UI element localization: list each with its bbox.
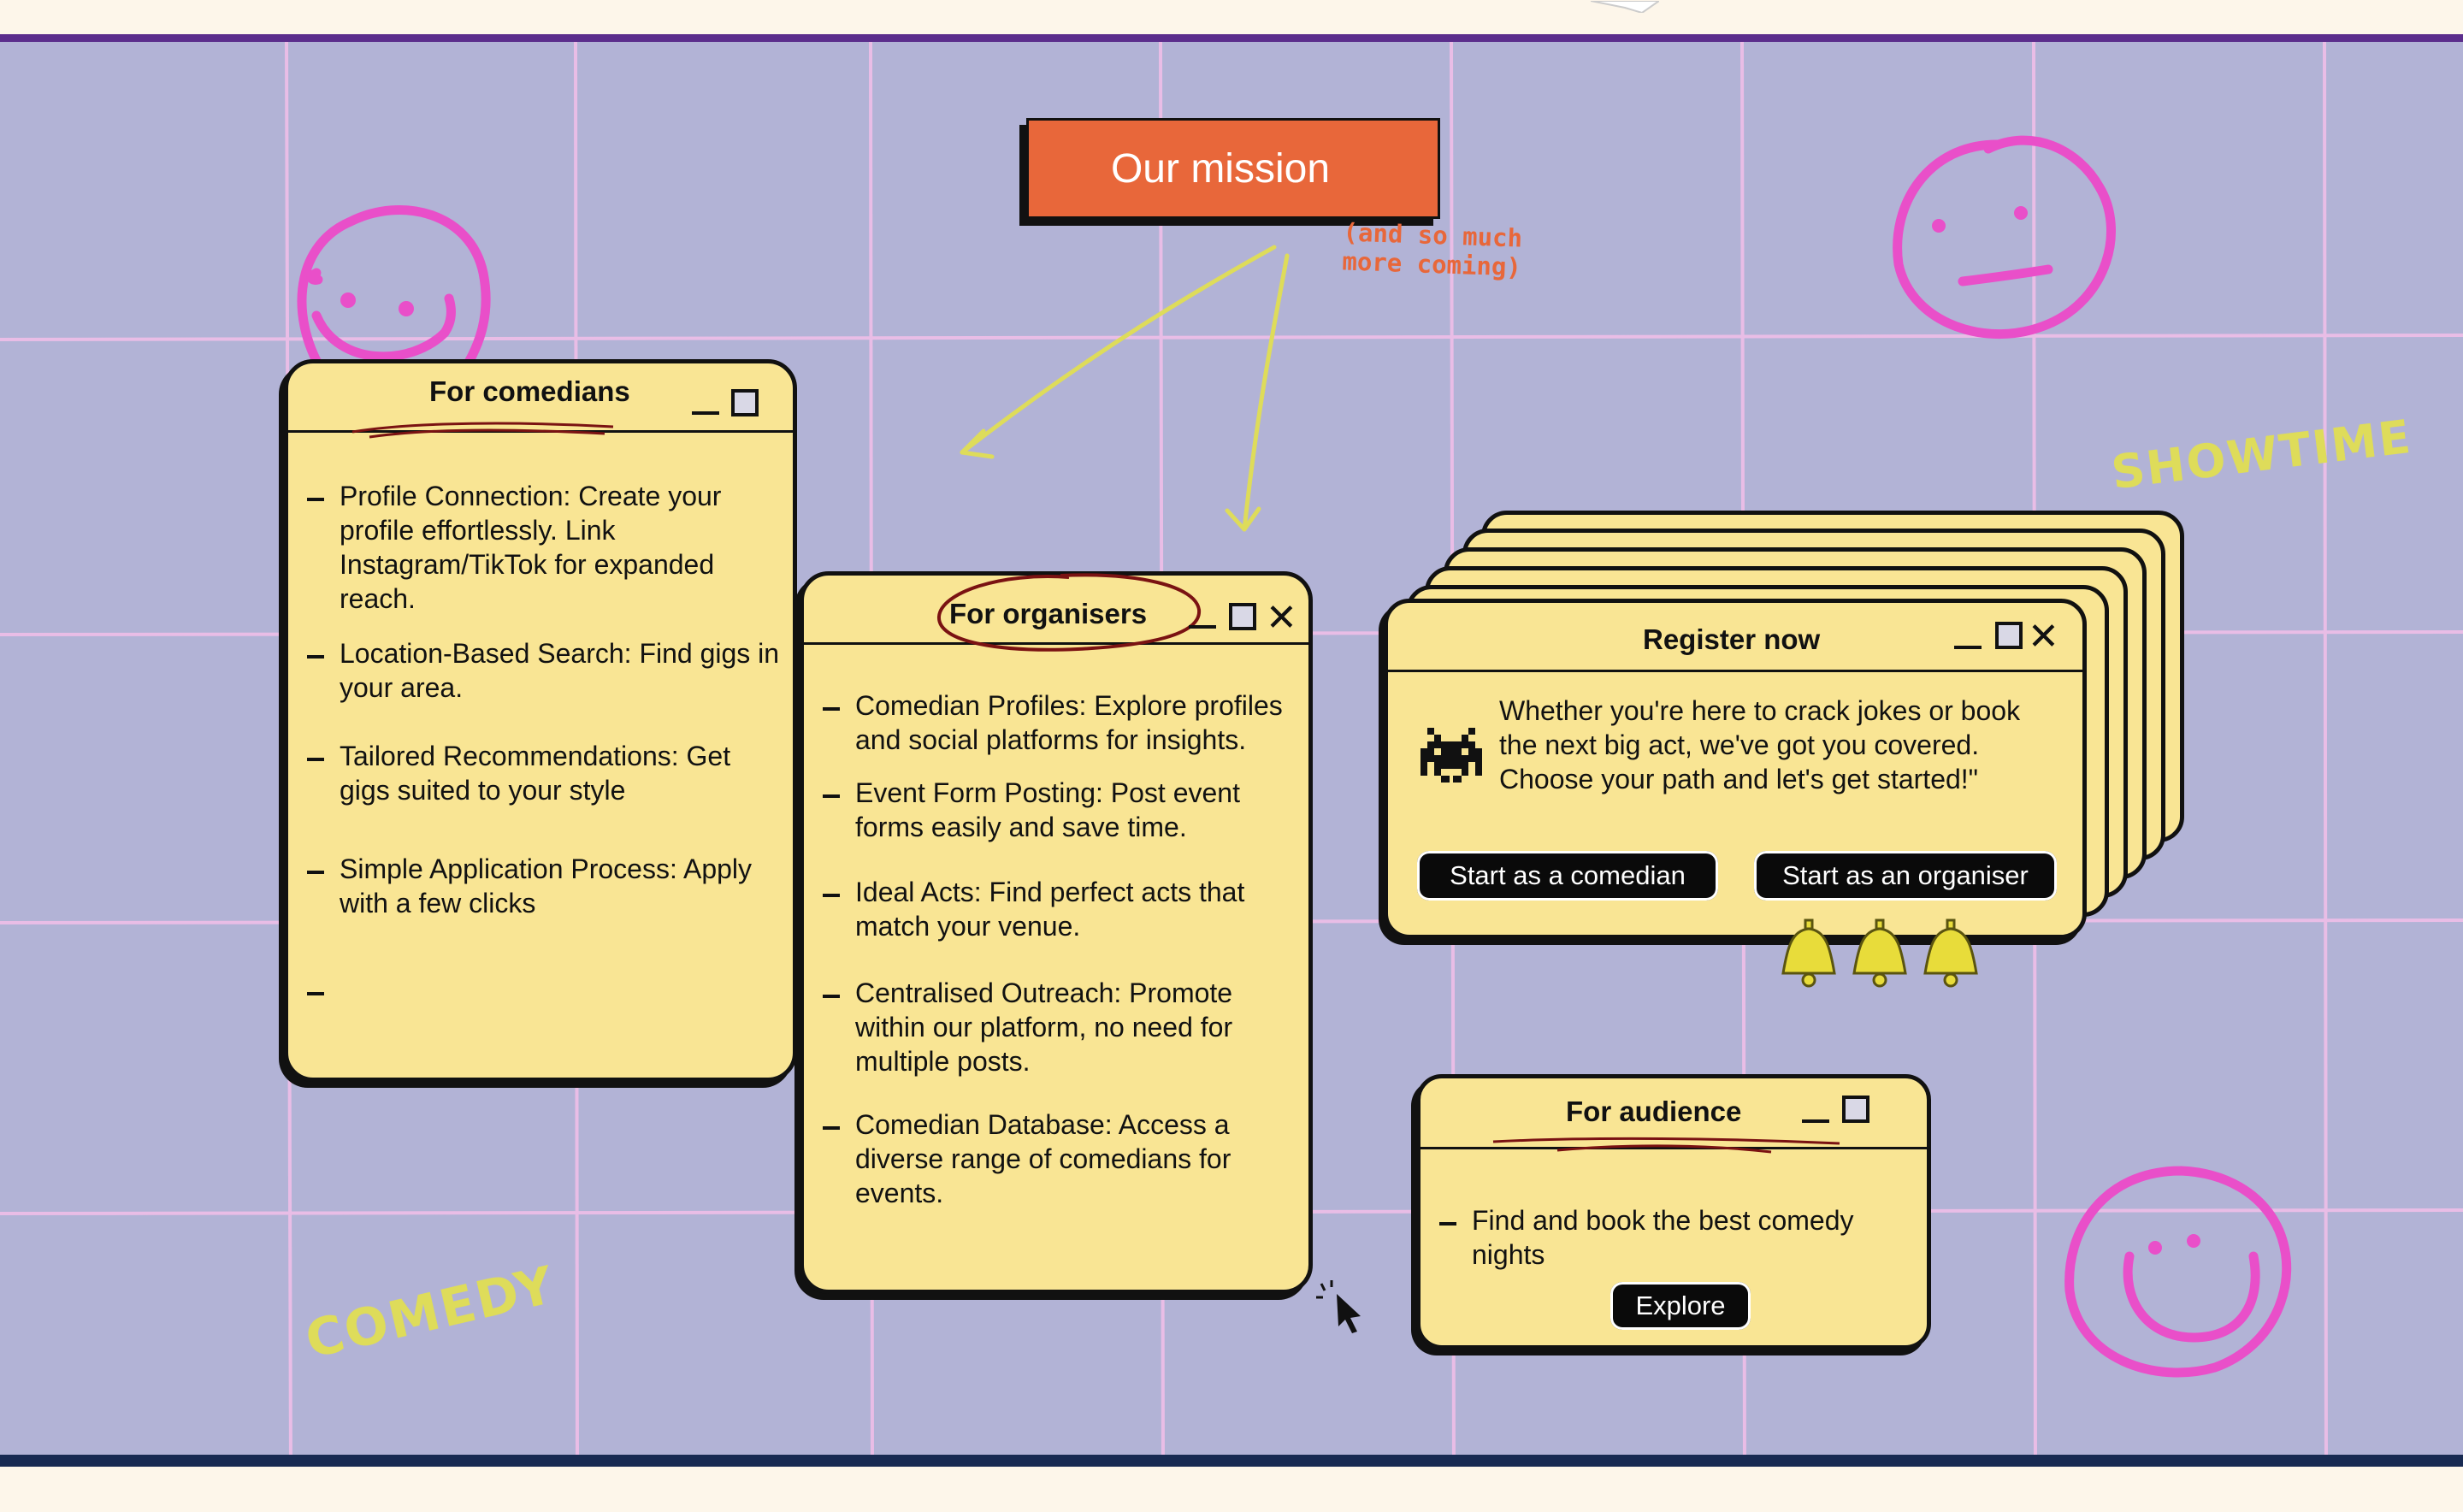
explore-button[interactable]: Explore <box>1610 1282 1751 1330</box>
audience-window: For audience Find and book the best come… <box>1416 1074 1931 1350</box>
dash-bullet <box>823 894 840 897</box>
list-item-text: Find and book the best comedy nights <box>1472 1205 1854 1270</box>
list-item: Profile Connection: Create your profile … <box>288 479 793 616</box>
list-item-text: Simple Application Process: Apply with a… <box>340 853 753 918</box>
minimize-button[interactable] <box>1802 1119 1829 1123</box>
maximize-button[interactable] <box>1229 603 1256 630</box>
bells-icon <box>1781 918 1978 988</box>
minimize-button[interactable] <box>1954 646 1982 649</box>
dash-bullet <box>307 655 324 659</box>
list-item: Find and book the best comedy nights <box>1421 1203 1927 1272</box>
list-item-text: Centralised Outreach: Promote within our… <box>855 977 1233 1077</box>
space-invader-icon <box>1421 728 1482 783</box>
list-item: Centralised Outreach: Promote within our… <box>804 976 1308 1078</box>
register-window-header: Register now ✕ <box>1388 603 2082 672</box>
organisers-window: For organisers ✕ Comedian Profiles: Expl… <box>800 571 1313 1294</box>
maximize-button[interactable] <box>1842 1096 1869 1123</box>
smiley-neutral-icon <box>1893 135 2116 340</box>
organisers-window-header: For organisers ✕ <box>804 573 1308 652</box>
dash-bullet <box>823 1126 840 1130</box>
dash-bullet <box>1439 1222 1456 1226</box>
start-as-comedian-button[interactable]: Start as a comedian <box>1417 851 1718 901</box>
list-item-text: Comedian Database: Access a diverse rang… <box>855 1109 1232 1208</box>
audience-window-title: For audience <box>1566 1096 1742 1127</box>
register-body-text: Whether you're here to crack jokes or bo… <box>1499 695 2021 794</box>
list-item-text: Tailored Recommendations: Get gigs suite… <box>340 741 731 806</box>
title-scribble-underline <box>1492 1137 1840 1154</box>
comedians-window-header: For comedians <box>288 363 793 439</box>
dash-bullet <box>823 707 840 711</box>
mission-note: (and so much more coming) <box>1342 217 1523 281</box>
list-item-text: Profile Connection: Create your profile … <box>340 481 722 614</box>
dash-bullet <box>823 794 840 798</box>
list-item: Comedian Profiles: Explore profiles and … <box>804 688 1308 757</box>
organisers-list: Comedian Profiles: Explore profiles and … <box>804 688 1308 1210</box>
title-circle-scribble <box>936 573 1202 652</box>
list-item: Simple Application Process: Apply with a… <box>288 852 793 920</box>
register-window: Register now ✕ Whether you're here to cr… <box>1384 599 2087 939</box>
mission-note-line2: more coming) <box>1341 246 1522 282</box>
cursor-icon <box>1316 1280 1361 1333</box>
list-item-text: Location-Based Search: Find gigs in your… <box>340 638 780 703</box>
minimize-button[interactable] <box>692 411 719 415</box>
close-icon[interactable]: ✕ <box>1266 599 1297 637</box>
comedians-list: Profile Connection: Create your profile … <box>288 479 793 995</box>
comedians-window-title: For comedians <box>429 375 630 407</box>
list-item: Comedian Database: Access a diverse rang… <box>804 1107 1308 1210</box>
audience-window-header: For audience <box>1421 1078 1927 1154</box>
arrows-doodle <box>960 245 1290 532</box>
dash-bullet <box>307 758 324 761</box>
list-item: Tailored Recommendations: Get gigs suite… <box>288 739 793 807</box>
start-as-organiser-button[interactable]: Start as an organiser <box>1754 851 2057 901</box>
register-window-title: Register now <box>1643 623 1821 655</box>
dash-bullet <box>307 498 324 501</box>
list-item: Ideal Acts: Find perfect acts that match… <box>804 875 1308 943</box>
list-item: Event Form Posting: Post event forms eas… <box>804 776 1308 844</box>
dash-bullet <box>307 871 324 874</box>
comedians-window: For comedians Profile Connection: Create… <box>284 359 797 1082</box>
dash-bullet <box>307 992 324 995</box>
dash-bullet <box>823 995 840 998</box>
title-scribble-underline <box>351 422 614 439</box>
smiley-right-icon <box>2064 1166 2292 1378</box>
list-item: Location-Based Search: Find gigs in your… <box>288 636 793 705</box>
list-item-text: Comedian Profiles: Explore profiles and … <box>855 690 1283 755</box>
list-item-text: Event Form Posting: Post event forms eas… <box>855 777 1240 842</box>
audience-list: Find and book the best comedy nights <box>1421 1203 1927 1272</box>
our-mission-button[interactable]: Our mission <box>1026 118 1440 219</box>
maximize-button[interactable] <box>731 389 759 416</box>
minimize-button[interactable] <box>1189 625 1216 629</box>
top-page-shape <box>1590 0 1663 15</box>
list-item-text: Ideal Acts: Find perfect acts that match… <box>855 877 1245 942</box>
close-icon[interactable]: ✕ <box>2028 618 2059 656</box>
maximize-button[interactable] <box>1995 622 2023 649</box>
